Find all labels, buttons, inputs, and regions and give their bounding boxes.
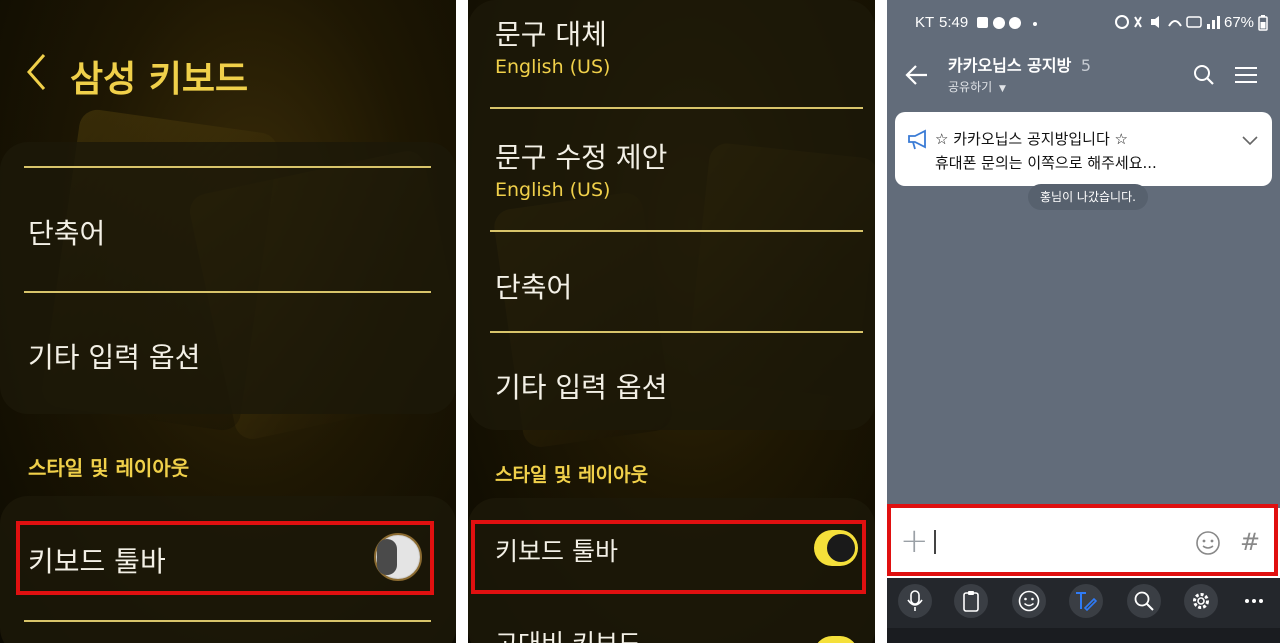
highlight-box bbox=[887, 504, 1278, 576]
list-item-other-input-options[interactable]: 기타 입력 옵션 bbox=[495, 366, 667, 406]
search-icon bbox=[1134, 591, 1154, 611]
screenshot-stage: 삼성 키보드 단축어 기타 입력 옵션 스타일 및 레이아웃 키보드 툴바 문구… bbox=[0, 0, 1280, 643]
smiley-icon bbox=[1018, 590, 1040, 612]
divider bbox=[24, 620, 431, 622]
pinned-notice[interactable]: ☆ 카카오닙스 공지방입니다 ☆ 휴대폰 문의는 이쪽으로 해주세요... bbox=[895, 112, 1272, 186]
share-label: 공유하기 bbox=[948, 80, 993, 94]
gear-icon bbox=[1193, 593, 1209, 609]
section-header-style-layout: 스타일 및 레이아웃 bbox=[28, 456, 190, 480]
microphone-button[interactable] bbox=[898, 584, 932, 618]
share-dropdown[interactable]: 공유하기 ▼ bbox=[948, 78, 1006, 95]
divider bbox=[24, 166, 431, 168]
back-arrow-icon[interactable] bbox=[905, 64, 929, 86]
list-item-sub: English (US) bbox=[495, 56, 611, 78]
notice-line-2: 휴대폰 문의는 이쪽으로 해주세요... bbox=[935, 154, 1157, 172]
text-format-button[interactable] bbox=[1069, 584, 1103, 618]
divider bbox=[490, 107, 863, 109]
room-name: 카카오닙스 공지방 bbox=[948, 56, 1072, 75]
battery-icon bbox=[1258, 15, 1268, 31]
chat-room-title[interactable]: 카카오닙스 공지방 5 bbox=[948, 52, 1091, 76]
more-options-icon[interactable] bbox=[1244, 598, 1264, 604]
search-button[interactable] bbox=[1127, 584, 1161, 618]
list-item-high-contrast-keyboard[interactable]: 고대비 키보드 bbox=[495, 624, 641, 643]
keyboard-toolbar bbox=[887, 578, 1280, 628]
text-format-icon bbox=[1076, 592, 1097, 611]
divider bbox=[490, 331, 863, 333]
list-item-shortcuts[interactable]: 단축어 bbox=[28, 212, 105, 252]
navigation-bar bbox=[887, 628, 1280, 643]
list-item-text-replacement[interactable]: 문구 대체 bbox=[495, 13, 607, 53]
emoji-keyboard-button[interactable] bbox=[1012, 584, 1046, 618]
notification-icons bbox=[977, 17, 1037, 29]
list-item-sub: English (US) bbox=[495, 179, 611, 201]
list-item-other-input-options[interactable]: 기타 입력 옵션 bbox=[28, 336, 200, 376]
highlight-box bbox=[471, 520, 866, 594]
divider bbox=[24, 291, 431, 293]
carrier-label: KT bbox=[915, 14, 935, 31]
samsung-keyboard-settings-panel: 삼성 키보드 단축어 기타 입력 옵션 스타일 및 레이아웃 키보드 툴바 bbox=[0, 0, 456, 643]
search-icon[interactable] bbox=[1193, 64, 1215, 86]
list-item-shortcuts[interactable]: 단축어 bbox=[495, 266, 572, 306]
chevron-down-icon[interactable] bbox=[1242, 134, 1258, 146]
system-status-icons bbox=[1115, 15, 1220, 29]
member-count: 5 bbox=[1080, 56, 1092, 75]
page-title: 삼성 키보드 bbox=[70, 59, 249, 100]
dropdown-caret-icon: ▼ bbox=[999, 84, 1006, 94]
megaphone-icon bbox=[908, 129, 926, 150]
clock: 5:49 bbox=[939, 14, 969, 31]
kakaotalk-chat-panel: KT 5:49 67% 카카오닙스 공지방 5 공유하기 ▼ ☆ 카카오닙스 공… bbox=[887, 0, 1280, 643]
status-bar: KT 5:49 67% bbox=[887, 0, 1280, 44]
settings-button[interactable] bbox=[1184, 584, 1218, 618]
section-header-style-layout: 스타일 및 레이아웃 bbox=[495, 464, 649, 486]
menu-icon[interactable] bbox=[1235, 66, 1257, 84]
clipboard-button[interactable] bbox=[954, 584, 988, 618]
list-item-text-correction[interactable]: 문구 수정 제안 bbox=[495, 136, 667, 176]
high-contrast-toggle[interactable] bbox=[813, 634, 859, 643]
battery-percent: 67% bbox=[1224, 14, 1255, 31]
microphone-icon bbox=[907, 590, 923, 611]
highlight-box bbox=[16, 521, 434, 595]
divider bbox=[490, 230, 863, 232]
back-chevron-icon[interactable] bbox=[24, 52, 50, 92]
clipboard-icon bbox=[963, 591, 979, 612]
system-message: 홍님이 나갔습니다. bbox=[1028, 184, 1148, 210]
chat-header: 카카오닙스 공지방 5 공유하기 ▼ bbox=[887, 44, 1280, 100]
samsung-keyboard-settings-panel-scrolled: 문구 대체 English (US) 문구 수정 제안 English (US)… bbox=[468, 0, 875, 643]
notice-line-1: ☆ 카카오닙스 공지방입니다 ☆ bbox=[935, 130, 1128, 148]
